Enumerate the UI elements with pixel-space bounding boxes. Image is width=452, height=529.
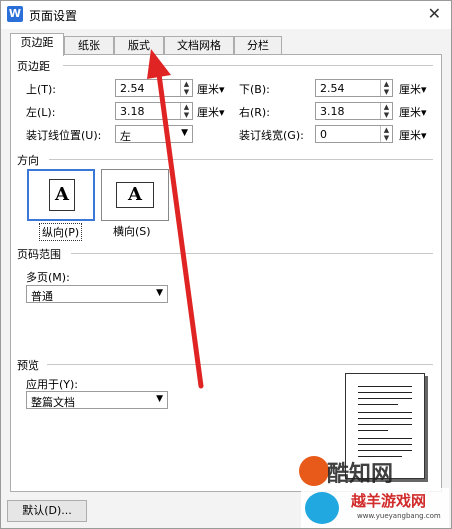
left-margin-label: 左(L): [26, 106, 56, 119]
chevron-down-icon: ▼ [181, 128, 188, 138]
preview-divider [47, 364, 433, 365]
right-margin-value: 3.18 [320, 105, 345, 118]
page-range-divider [71, 253, 433, 254]
preview-text-line [358, 450, 412, 451]
preview-text-line [358, 404, 398, 405]
left-margin-spinner[interactable]: 3.18 ▲ ▼ [115, 102, 193, 120]
preview-text-line [358, 424, 412, 425]
multiple-pages-value: 普通 [31, 290, 53, 303]
watermark-badge-url: www.yueyangbang.com [357, 512, 441, 520]
dialog-title: 页面设置 [29, 9, 78, 23]
watermark-text: 酷知网 [327, 462, 394, 487]
bottom-margin-unit[interactable]: 厘米▾ [399, 81, 427, 97]
right-margin-unit[interactable]: 厘米▾ [399, 104, 427, 120]
orientation-divider [49, 159, 433, 160]
portrait-option[interactable]: A [27, 169, 95, 221]
landscape-page-icon: A [116, 182, 154, 208]
tab-columns[interactable]: 分栏 [234, 36, 282, 55]
spin-arrows-icon[interactable]: ▲ ▼ [380, 80, 392, 96]
chevron-down-icon: ▼ [156, 394, 163, 404]
watermark-badge: 越羊游戏网 www.yueyangbang.com [301, 488, 449, 528]
top-margin-value: 2.54 [120, 82, 145, 95]
preview-text-line [358, 438, 412, 439]
portrait-label[interactable]: 纵向(P) [39, 223, 83, 241]
top-margin-spinner[interactable]: 2.54 ▲ ▼ [115, 79, 193, 97]
page-setup-dialog: W 页面设置 ✕ 页边距 纸张 版式 文档网格 分栏 页边距 上(T): 2.5… [0, 0, 452, 529]
tab-layout[interactable]: 版式 [114, 36, 164, 55]
right-margin-spinner[interactable]: 3.18 ▲ ▼ [315, 102, 393, 120]
gutter-width-unit[interactable]: 厘米▾ [399, 127, 427, 143]
tab-paper[interactable]: 纸张 [64, 36, 114, 55]
landscape-option[interactable]: A [101, 169, 169, 221]
gutter-position-select[interactable]: 左 ▼ [115, 125, 193, 143]
gutter-width-label: 装订线宽(G): [239, 129, 304, 142]
top-margin-unit[interactable]: 厘米▾ [197, 81, 225, 97]
multiple-pages-select[interactable]: 普通 ▼ [26, 285, 168, 303]
bottom-margin-label: 下(B): [239, 83, 270, 96]
apply-to-value: 整篇文档 [31, 396, 75, 409]
gutter-width-value: 0 [320, 128, 327, 141]
orientation-section-title: 方向 [17, 154, 39, 167]
apply-to-select[interactable]: 整篇文档 ▼ [26, 391, 168, 409]
landscape-label[interactable]: 横向(S) [113, 223, 151, 239]
title-bar: W 页面设置 ✕ [1, 1, 451, 29]
tab-margins[interactable]: 页边距 [10, 33, 64, 56]
wps-app-icon: W [7, 6, 23, 22]
watermark-logo-icon [299, 456, 329, 486]
left-margin-value: 3.18 [120, 105, 145, 118]
chevron-down-icon: ▼ [156, 288, 163, 298]
spin-arrows-icon[interactable]: ▲ ▼ [180, 80, 192, 96]
portrait-page-icon: A [49, 179, 75, 211]
preview-text-line [358, 392, 412, 393]
watermark-badge-title: 越羊游戏网 [351, 492, 427, 510]
multiple-pages-label: 多页(M): [26, 271, 70, 284]
spin-arrows-icon[interactable]: ▲ ▼ [380, 103, 392, 119]
preview-text-line [358, 386, 412, 387]
default-button[interactable]: 默认(D)... [7, 500, 87, 522]
gutter-position-label: 装订线位置(U): [26, 129, 102, 142]
left-margin-unit[interactable]: 厘米▾ [197, 104, 225, 120]
page-range-section-title: 页码范围 [17, 248, 61, 261]
gutter-width-spinner[interactable]: 0 ▲ ▼ [315, 125, 393, 143]
preview-text-line [358, 412, 412, 413]
close-icon[interactable]: ✕ [428, 4, 441, 23]
preview-text-line [358, 418, 412, 419]
margins-divider [63, 65, 433, 66]
preview-text-line [358, 444, 412, 445]
preview-text-line [358, 430, 388, 431]
bottom-margin-spinner[interactable]: 2.54 ▲ ▼ [315, 79, 393, 97]
bottom-margin-value: 2.54 [320, 82, 345, 95]
right-margin-label: 右(R): [239, 106, 270, 119]
preview-section-title: 预览 [17, 359, 39, 372]
spin-arrows-icon[interactable]: ▲ ▼ [180, 103, 192, 119]
top-margin-label: 上(T): [26, 83, 57, 96]
margins-section-title: 页边距 [17, 60, 50, 73]
preview-text-line [358, 398, 412, 399]
spin-arrows-icon[interactable]: ▲ ▼ [380, 126, 392, 142]
watermark-badge-logo-icon [305, 492, 339, 524]
gutter-position-value: 左 [120, 130, 131, 143]
tab-doc-grid[interactable]: 文档网格 [164, 36, 234, 55]
apply-to-label: 应用于(Y): [26, 378, 79, 391]
